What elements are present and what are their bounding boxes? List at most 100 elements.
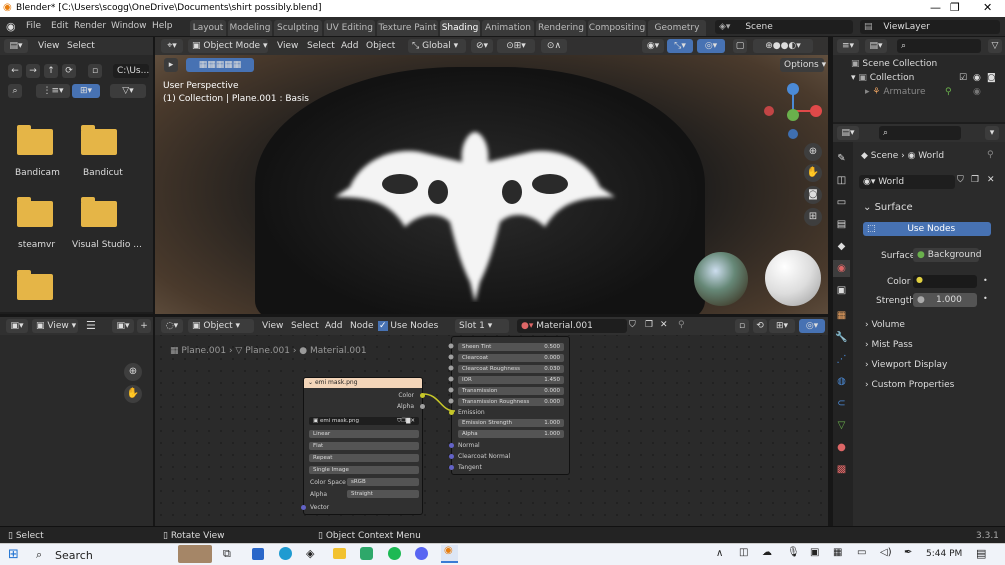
image-datablock-field[interactable]: ▣ emi mask.png ⛉❐▇✕	[309, 417, 419, 425]
eye-icon[interactable]: ◉	[973, 73, 981, 83]
area-divider[interactable]	[0, 314, 828, 317]
discord-icon[interactable]	[415, 547, 428, 560]
collection-row[interactable]: ▾ ▣ Collection	[851, 73, 914, 83]
texture-tab-icon[interactable]: ▩	[833, 461, 850, 478]
transmission-field[interactable]: Transmission 0.000	[458, 387, 564, 395]
notifications-icon[interactable]: ▤	[976, 547, 986, 560]
properties-editor-type-icon[interactable]: ▤▾	[837, 126, 859, 140]
display-mode-icon[interactable]: ▤▾	[865, 39, 887, 53]
pin-icon[interactable]: ⚲	[987, 150, 994, 160]
color-swatch[interactable]: ●	[913, 275, 977, 288]
pin-icon[interactable]: ⚲	[678, 320, 685, 330]
search-icon[interactable]: ⌕	[36, 548, 42, 562]
parent-icon[interactable]: ⟲	[753, 319, 767, 333]
menu-render[interactable]: Render	[74, 21, 106, 31]
file-explorer-icon[interactable]	[333, 548, 346, 559]
back-icon[interactable]: ←	[8, 64, 22, 78]
menu-window[interactable]: Window	[111, 21, 147, 31]
clearcoat-roughness-field[interactable]: Clearcoat Roughness 0.030	[458, 365, 564, 373]
image-texture-node[interactable]: ⌄ emi mask.png Color Alpha ▣ emi mask.pn…	[301, 377, 425, 515]
viewport-editor-type-icon[interactable]: ⌖▾	[161, 39, 183, 53]
select-mode-icons[interactable]: ▦▦▦▦▦	[186, 58, 254, 72]
unity-icon[interactable]: ◈	[306, 547, 314, 560]
exclude-checkbox-icon[interactable]: ☑	[959, 73, 967, 83]
display-mode-icon[interactable]: ⋮≡▾	[36, 84, 70, 98]
surface-shader-button[interactable]: ● Background	[913, 248, 981, 262]
camera-icon[interactable]: ◙	[804, 186, 822, 204]
folder-icon[interactable]	[17, 125, 53, 155]
visibility-icon[interactable]: ◉▾	[642, 39, 664, 53]
view-mode-dropdown[interactable]: ▣ View ▾	[32, 319, 78, 333]
interpolation-dropdown[interactable]: Linear	[309, 430, 419, 438]
unlink-icon[interactable]: ✕	[660, 320, 668, 330]
close-icon[interactable]: ✕	[983, 1, 992, 14]
area-divider[interactable]	[153, 37, 155, 526]
tab-compositing[interactable]: Compositing	[588, 20, 646, 36]
camera-restrict-icon[interactable]: ◙	[987, 73, 996, 83]
clearcoat-field[interactable]: Clearcoat 0.000	[458, 354, 564, 362]
outliner-editor-type-icon[interactable]: ≡▾	[837, 39, 859, 53]
battery-icon[interactable]: ▭	[857, 547, 866, 558]
collection-tab-icon[interactable]: ▣	[833, 282, 850, 299]
tray-app-icon[interactable]: ◫	[739, 547, 748, 558]
render-tab-icon[interactable]: ◫	[833, 172, 850, 189]
edge-browser-icon[interactable]	[279, 547, 292, 560]
tool-cursor-icon[interactable]: ▸	[164, 58, 178, 72]
tab-geometry-nodes[interactable]: Geometry Noc	[648, 20, 706, 36]
ne-menu-view[interactable]: View	[262, 321, 283, 331]
unlink-icon[interactable]: ✕	[987, 175, 995, 185]
spotify-icon[interactable]	[388, 547, 401, 560]
projection-dropdown[interactable]: Flat	[309, 442, 419, 450]
snap-icon[interactable]: ▫	[735, 319, 749, 333]
gizmo-icon[interactable]: ⤡▾	[667, 39, 693, 53]
vp-menu-select[interactable]: Select	[307, 41, 335, 51]
proportional-edit-icon[interactable]: ⊙∧	[541, 39, 567, 53]
emission-strength-field[interactable]: Emission Strength 1.000	[458, 419, 564, 427]
blender-taskbar-icon[interactable]: ◉	[441, 545, 458, 563]
fb-menu-select[interactable]: Select	[67, 41, 95, 51]
world-datablock-field[interactable]: ◉▾ World	[859, 175, 955, 189]
zoom-icon[interactable]: ⊕	[804, 143, 822, 161]
object-tab-icon[interactable]: ▦	[833, 307, 850, 324]
search-icon[interactable]: ⌕	[8, 84, 22, 98]
vector-input-socket[interactable]	[301, 505, 306, 510]
modifier-tab-icon[interactable]: 🔧	[833, 329, 850, 346]
vp-menu-view[interactable]: View	[277, 41, 298, 51]
use-nodes-checkbox[interactable]: ✓ Use Nodes	[378, 321, 438, 331]
constraints-tab-icon[interactable]: ⊂	[833, 395, 850, 412]
slot-dropdown[interactable]: Slot 1 ▾	[455, 319, 509, 333]
menu-edit[interactable]: Edit	[51, 21, 68, 31]
xray-icon[interactable]: ▢	[733, 39, 747, 53]
sheen-tint-field[interactable]: Sheen Tint 0.500	[458, 343, 564, 351]
viewport-3d[interactable]	[155, 37, 828, 315]
snap-icon[interactable]: ⊙⊞▾	[497, 39, 535, 53]
vp-menu-object[interactable]: Object	[366, 41, 395, 51]
options-dropdown[interactable]: Options ▾	[780, 58, 826, 72]
scene-selector[interactable]: ◈▾ Scene	[715, 20, 853, 34]
vp-menu-add[interactable]: Add	[341, 41, 358, 51]
chevron-down-icon[interactable]: ▾	[985, 126, 999, 140]
path-field[interactable]: C:\Us...	[113, 64, 149, 78]
armature-row[interactable]: ▸ ⚘ Armature	[865, 87, 926, 97]
material-datablock-field[interactable]: ●▾ Material.001	[517, 319, 627, 333]
strength-field[interactable]: ● 1.000	[913, 293, 977, 307]
tab-sculpting[interactable]: Sculpting	[274, 20, 322, 36]
principled-bsdf-node[interactable]: Sheen Tint 0.500 Clearcoat 0.000 Clearcoat…	[449, 336, 570, 475]
world-tab-icon[interactable]: ◉	[833, 260, 850, 277]
editor-type-icon[interactable]: ▤▾	[4, 39, 28, 53]
node-editor-type-icon[interactable]: ◌▾	[161, 319, 183, 333]
physics-tab-icon[interactable]: ◍	[833, 373, 850, 390]
folder-icon[interactable]	[81, 197, 117, 227]
navigation-gizmo[interactable]	[760, 80, 830, 142]
volume-icon[interactable]: ◁)	[880, 547, 892, 558]
normal-input-socket[interactable]	[449, 443, 454, 448]
tab-rendering[interactable]: Rendering	[536, 20, 586, 36]
pan-hand-icon[interactable]: ✋	[804, 164, 822, 182]
windows-start-icon[interactable]: ⊞	[8, 547, 19, 562]
image-editor-area[interactable]: ▣▾ ▣ View ▾ ☰ ▣▾ + ⊕ ✋	[0, 317, 153, 526]
eye-icon[interactable]: ◉	[973, 87, 981, 97]
new-image-icon[interactable]: +	[137, 319, 151, 333]
tab-texture-paint[interactable]: Texture Paint	[377, 20, 438, 36]
menu-help[interactable]: Help	[152, 21, 173, 31]
outliner-search-input[interactable]: ⌕	[897, 39, 981, 53]
